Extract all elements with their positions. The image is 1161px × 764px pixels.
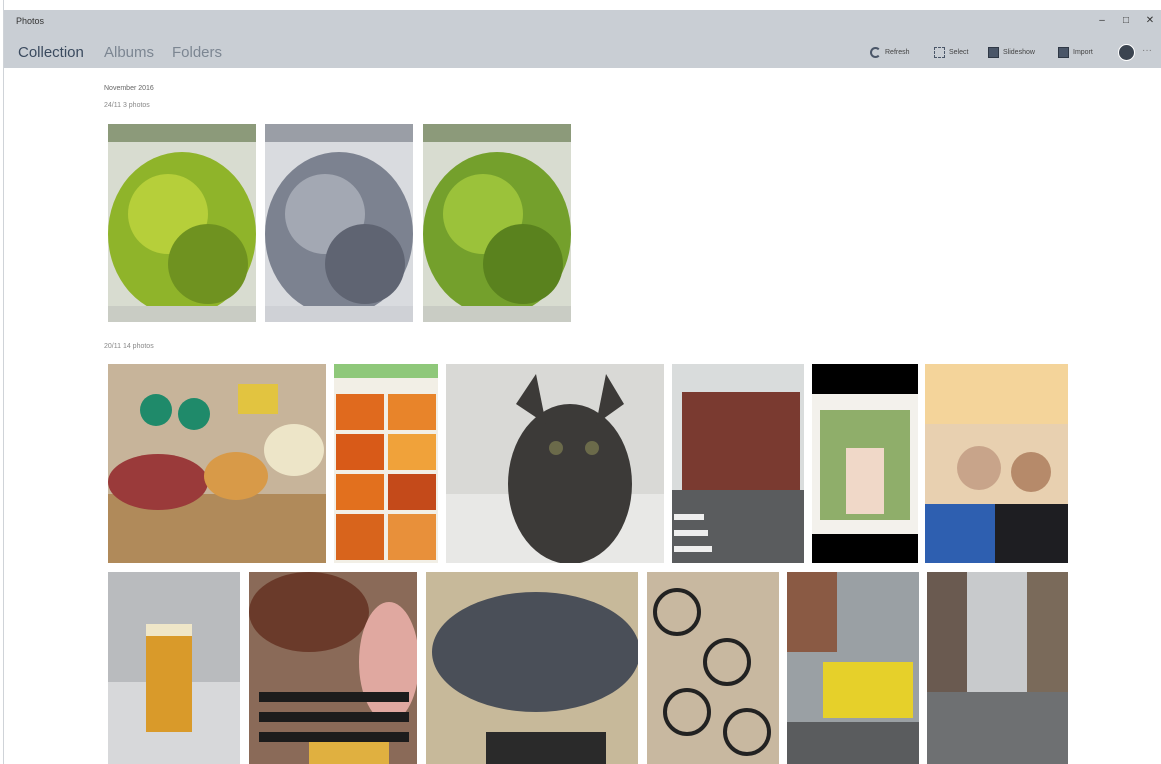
photo-thumbnail[interactable]	[423, 124, 571, 322]
tab-collection[interactable]: Collection	[18, 44, 84, 61]
photo-thumbnail[interactable]	[925, 364, 1068, 563]
more-options-button[interactable]: ···	[1142, 45, 1152, 56]
photo-thumbnail[interactable]	[426, 572, 638, 764]
maximize-button[interactable]: □	[1118, 15, 1134, 26]
photo-thumbnail[interactable]	[334, 364, 438, 563]
refresh-button[interactable]: Refresh	[870, 44, 910, 60]
tab-folders[interactable]: Folders	[172, 44, 222, 61]
import-label: Import	[1073, 48, 1093, 56]
slideshow-label: Slideshow	[1003, 48, 1035, 56]
photo-thumbnail[interactable]	[249, 572, 417, 764]
group-date-label: 20/11 14 photos	[104, 343, 154, 350]
photo-thumbnail[interactable]	[108, 364, 326, 563]
close-button[interactable]: ✕	[1142, 15, 1158, 26]
slideshow-icon	[988, 46, 999, 58]
nav-bar: Collection Albums Folders Refresh Select…	[4, 36, 1161, 68]
photo-thumbnail[interactable]	[812, 364, 918, 563]
photo-thumbnail[interactable]	[927, 572, 1068, 764]
tab-albums[interactable]: Albums	[104, 44, 154, 61]
title-bar: Photos – □ ✕	[4, 10, 1161, 36]
photo-thumbnail[interactable]	[108, 572, 240, 764]
minimize-button[interactable]: –	[1094, 15, 1110, 26]
photo-thumbnail[interactable]	[787, 572, 919, 764]
refresh-icon	[870, 46, 881, 58]
photo-thumbnail[interactable]	[647, 572, 779, 764]
photo-thumbnail[interactable]	[108, 124, 256, 322]
month-heading: November 2016	[104, 85, 154, 92]
slideshow-button[interactable]: Slideshow	[988, 44, 1035, 60]
group-date-label: 24/11 3 photos	[104, 102, 150, 109]
select-icon	[934, 46, 945, 58]
account-avatar[interactable]	[1118, 44, 1135, 61]
select-button[interactable]: Select	[934, 44, 968, 60]
import-icon	[1058, 46, 1069, 58]
app-title: Photos	[16, 16, 45, 26]
refresh-label: Refresh	[885, 48, 910, 56]
import-button[interactable]: Import	[1058, 44, 1093, 60]
photo-thumbnail[interactable]	[265, 124, 413, 322]
select-label: Select	[949, 48, 969, 56]
photo-thumbnail[interactable]	[446, 364, 664, 563]
photo-thumbnail[interactable]	[672, 364, 804, 563]
